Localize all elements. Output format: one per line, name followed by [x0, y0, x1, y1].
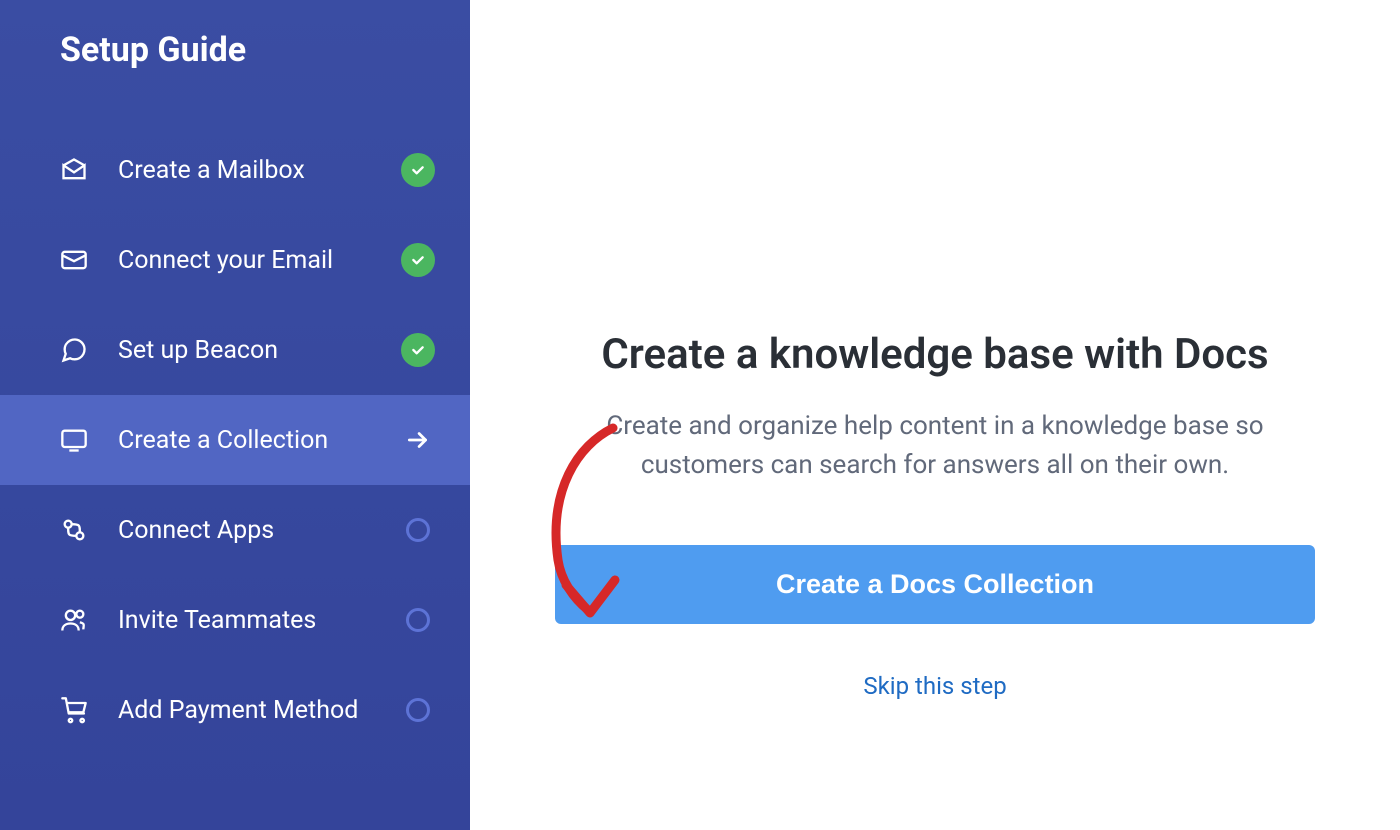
main-content: Create a knowledge base with Docs Create…: [470, 0, 1400, 830]
step-create-collection[interactable]: Create a Collection: [0, 395, 470, 485]
status-done: [401, 333, 435, 367]
circle-icon: [406, 698, 430, 722]
status-done: [401, 243, 435, 277]
circle-icon: [406, 608, 430, 632]
arrow-right-icon: [405, 427, 431, 453]
skip-step-link[interactable]: Skip this step: [863, 672, 1006, 700]
status-active: [401, 423, 435, 457]
annotation-arrow-icon: [528, 420, 638, 630]
sidebar-title: Setup Guide: [0, 30, 470, 70]
cart-icon: [60, 696, 88, 724]
step-connect-email[interactable]: Connect your Email: [0, 215, 470, 305]
page-title: Create a knowledge base with Docs: [601, 330, 1268, 379]
envelope-icon: [60, 246, 88, 274]
step-add-payment[interactable]: Add Payment Method: [0, 665, 470, 755]
step-label: Create a Mailbox: [118, 156, 371, 185]
step-connect-apps[interactable]: Connect Apps: [0, 485, 470, 575]
step-label: Create a Collection: [118, 426, 371, 455]
create-docs-collection-button[interactable]: Create a Docs Collection: [555, 545, 1315, 624]
step-setup-beacon[interactable]: Set up Beacon: [0, 305, 470, 395]
step-label: Add Payment Method: [118, 696, 371, 725]
circle-icon: [406, 518, 430, 542]
page-description: Create and organize help content in a kn…: [585, 407, 1285, 485]
users-icon: [60, 606, 88, 634]
step-invite-teammates[interactable]: Invite Teammates: [0, 575, 470, 665]
step-create-mailbox[interactable]: Create a Mailbox: [0, 125, 470, 215]
status-pending: [401, 693, 435, 727]
status-done: [401, 153, 435, 187]
step-label: Connect your Email: [118, 246, 371, 275]
mailbox-icon: [60, 156, 88, 184]
chat-icon: [60, 336, 88, 364]
monitor-icon: [60, 426, 88, 454]
check-icon: [401, 243, 435, 277]
step-label: Invite Teammates: [118, 606, 371, 635]
apps-icon: [60, 516, 88, 544]
step-label: Connect Apps: [118, 516, 371, 545]
status-pending: [401, 513, 435, 547]
check-icon: [401, 153, 435, 187]
step-label: Set up Beacon: [118, 336, 371, 365]
status-pending: [401, 603, 435, 637]
check-icon: [401, 333, 435, 367]
sidebar: Setup Guide Create a Mailbox Connect you: [0, 0, 470, 830]
